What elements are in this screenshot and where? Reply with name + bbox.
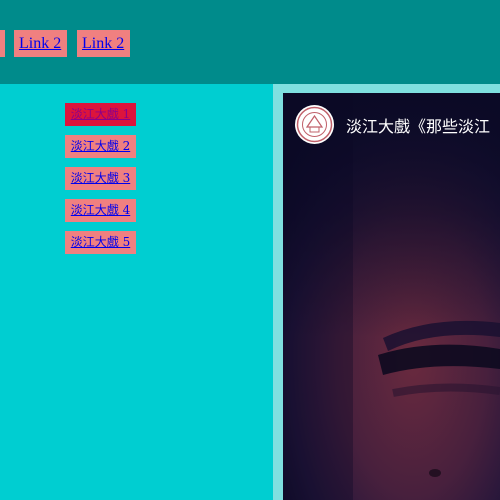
university-seal-icon[interactable] (295, 105, 334, 144)
video-header: 淡江大戲《那些淡江 (283, 93, 500, 153)
nav-link-3[interactable]: Link 2 (77, 30, 130, 57)
sidebar-item-3[interactable]: 淡江大戲 3 (65, 167, 136, 190)
video-frame (283, 93, 500, 500)
video-title[interactable]: 淡江大戲《那些淡江 (346, 113, 490, 137)
video-player[interactable]: 淡江大戲《那些淡江 (283, 93, 500, 500)
top-nav-bar: Link 2 Link 2 (0, 0, 500, 84)
main-content: 淡江大戲《那些淡江 (273, 84, 500, 500)
sidebar-item-5[interactable]: 淡江大戲 5 (65, 231, 136, 254)
nav-link-2[interactable]: Link 2 (14, 30, 67, 57)
sidebar-item-2[interactable]: 淡江大戲 2 (65, 135, 136, 158)
nav-link-1[interactable] (0, 30, 5, 57)
sidebar-item-4[interactable]: 淡江大戲 4 (65, 199, 136, 222)
sidebar: 淡江大戲 1 淡江大戲 2 淡江大戲 3 淡江大戲 4 淡江大戲 5 (0, 84, 273, 500)
sidebar-item-1[interactable]: 淡江大戲 1 (65, 103, 136, 126)
